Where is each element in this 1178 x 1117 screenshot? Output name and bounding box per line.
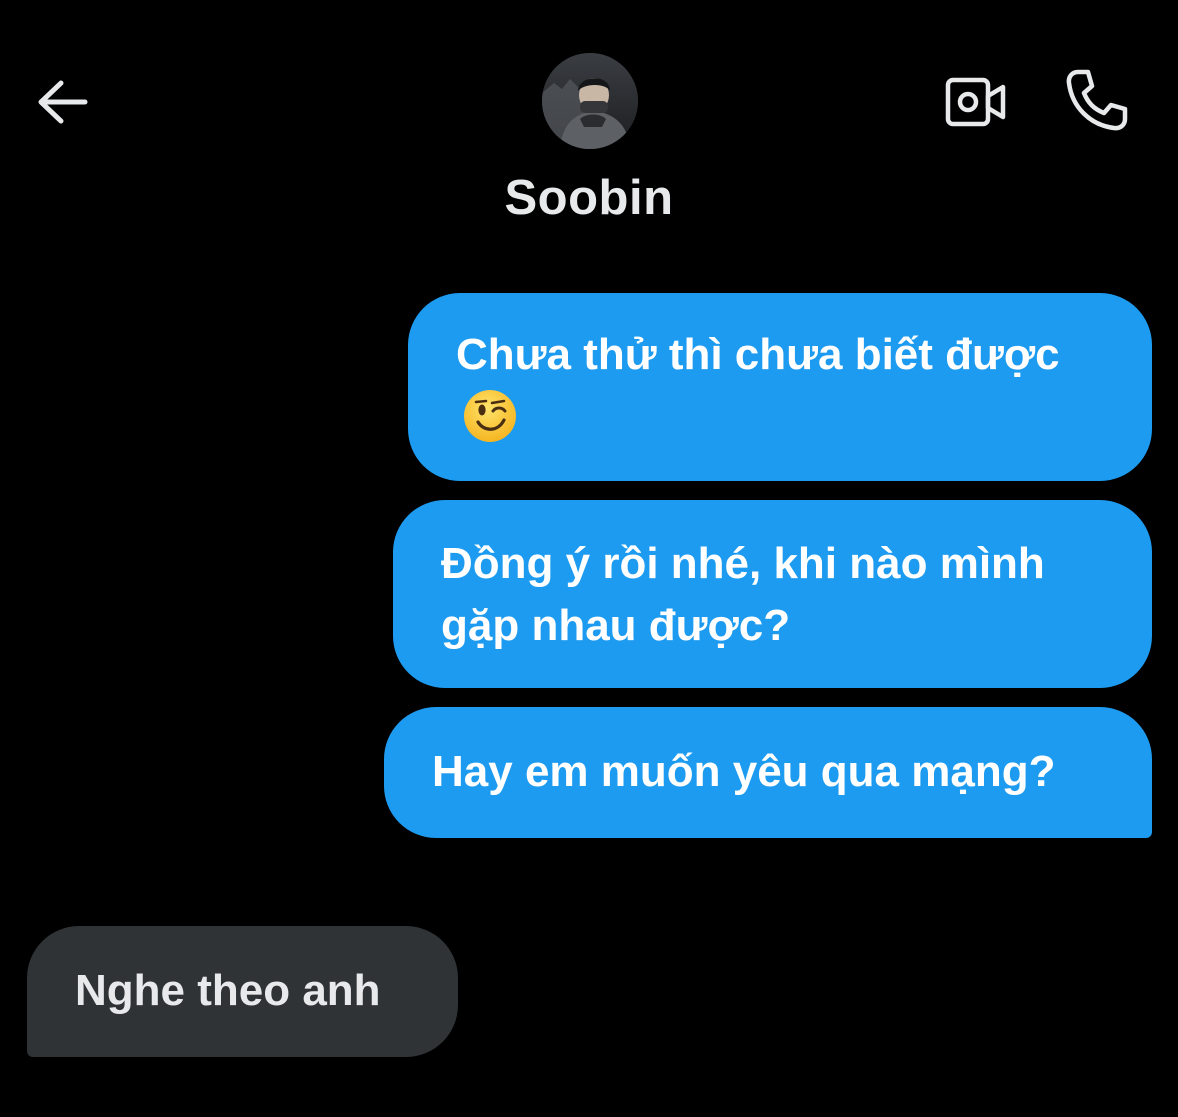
avatar-photo [542,53,638,149]
voice-call-button[interactable] [1056,64,1136,136]
back-button[interactable] [28,72,94,132]
message-bubble-outgoing[interactable]: Hay em muốn yêu qua mạng? [384,707,1152,838]
message-text: Hay em muốn yêu qua mạng? [432,747,1056,796]
message-bubble-incoming[interactable]: Nghe theo anh [27,926,458,1057]
phone-icon [1066,69,1128,131]
video-call-button[interactable] [938,70,1014,134]
message-text: Nghe theo anh [75,966,381,1015]
message-text: Đồng ý rồi nhé, khi nào mình gặp nhau đư… [441,539,1045,650]
contact-name[interactable]: Soobin [0,170,1178,226]
arrow-left-icon [38,80,88,124]
message-bubble-outgoing[interactable]: Đồng ý rồi nhé, khi nào mình gặp nhau đư… [393,500,1152,688]
message-text: Chưa thử thì chưa biết được [456,330,1060,379]
avatar[interactable] [542,53,638,149]
video-camera-icon [945,77,1006,127]
winking-face-emoji [464,390,516,442]
message-bubble-outgoing[interactable]: Chưa thử thì chưa biết được [408,293,1152,481]
